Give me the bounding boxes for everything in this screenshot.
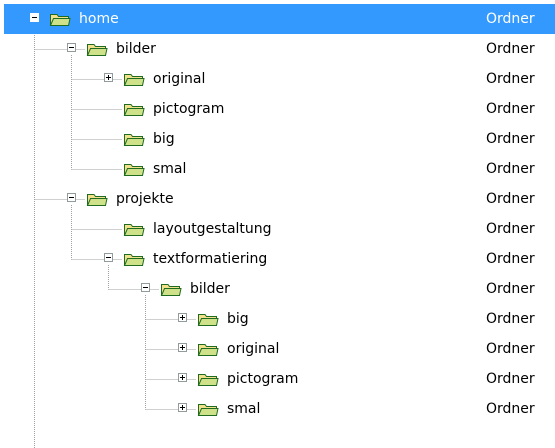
folder-name: textformatiering	[153, 251, 268, 267]
expand-icon[interactable]	[178, 313, 187, 322]
folder-icon	[197, 341, 219, 357]
expand-icon[interactable]	[104, 73, 113, 82]
tree-row[interactable]: original Ordner	[0, 64, 555, 94]
tree-row[interactable]: big Ordner	[0, 304, 555, 334]
collapse-icon[interactable]	[104, 253, 113, 262]
tree-row[interactable]: smal Ordner	[0, 394, 555, 424]
folder-name: smal	[153, 161, 187, 177]
tree-row[interactable]: pictogram Ordner	[0, 94, 555, 124]
item-type: Ordner	[486, 41, 535, 57]
folder-name: pictogram	[153, 101, 225, 117]
folder-name: big	[227, 311, 249, 327]
tree-row[interactable]: textformatiering Ordner	[0, 244, 555, 274]
folder-icon	[123, 101, 145, 117]
collapse-icon[interactable]	[67, 43, 76, 52]
expand-icon[interactable]	[178, 343, 187, 352]
folder-icon	[123, 161, 145, 177]
folder-tree: home Ordner bilder Ordner original Ordner pict…	[0, 0, 555, 448]
item-type: Ordner	[486, 191, 535, 207]
collapse-icon[interactable]	[67, 193, 76, 202]
folder-icon	[86, 41, 108, 57]
folder-icon	[160, 281, 182, 297]
folder-name: pictogram	[227, 371, 299, 387]
item-type: Ordner	[486, 311, 535, 327]
item-type: Ordner	[486, 341, 535, 357]
folder-icon	[123, 71, 145, 87]
folder-icon	[49, 11, 71, 27]
expand-icon[interactable]	[178, 403, 187, 412]
item-type: Ordner	[486, 11, 535, 27]
folder-icon	[197, 371, 219, 387]
folder-icon	[197, 401, 219, 417]
tree-row[interactable]: smal Ordner	[0, 154, 555, 184]
folder-icon	[86, 191, 108, 207]
tree-row[interactable]: projekte Ordner	[0, 184, 555, 214]
item-type: Ordner	[486, 161, 535, 177]
item-type: Ordner	[486, 131, 535, 147]
item-type: Ordner	[486, 71, 535, 87]
tree-row[interactable]: home Ordner	[4, 4, 555, 34]
folder-name: original	[153, 71, 206, 87]
expand-icon[interactable]	[178, 373, 187, 382]
item-type: Ordner	[486, 101, 535, 117]
folder-name: layoutgestaltung	[153, 221, 272, 237]
tree-row[interactable]: pictogram Ordner	[0, 364, 555, 394]
folder-name: original	[227, 341, 280, 357]
collapse-icon[interactable]	[30, 13, 39, 22]
folder-icon	[123, 251, 145, 267]
item-type: Ordner	[486, 221, 535, 237]
folder-name: projekte	[116, 191, 174, 207]
item-type: Ordner	[486, 371, 535, 387]
tree-row[interactable]: layoutgestaltung Ordner	[0, 214, 555, 244]
folder-name: big	[153, 131, 175, 147]
folder-name: home	[79, 11, 119, 27]
folder-name: bilder	[190, 281, 230, 297]
folder-icon	[123, 221, 145, 237]
tree-row[interactable]: big Ordner	[0, 124, 555, 154]
tree-row[interactable]: bilder Ordner	[0, 34, 555, 64]
folder-icon	[197, 311, 219, 327]
tree-row[interactable]: original Ordner	[0, 334, 555, 364]
item-type: Ordner	[486, 251, 535, 267]
item-type: Ordner	[486, 281, 535, 297]
folder-name: smal	[227, 401, 261, 417]
item-type: Ordner	[486, 401, 535, 417]
tree-row[interactable]: bilder Ordner	[0, 274, 555, 304]
folder-name: bilder	[116, 41, 156, 57]
folder-icon	[123, 131, 145, 147]
collapse-icon[interactable]	[141, 283, 150, 292]
